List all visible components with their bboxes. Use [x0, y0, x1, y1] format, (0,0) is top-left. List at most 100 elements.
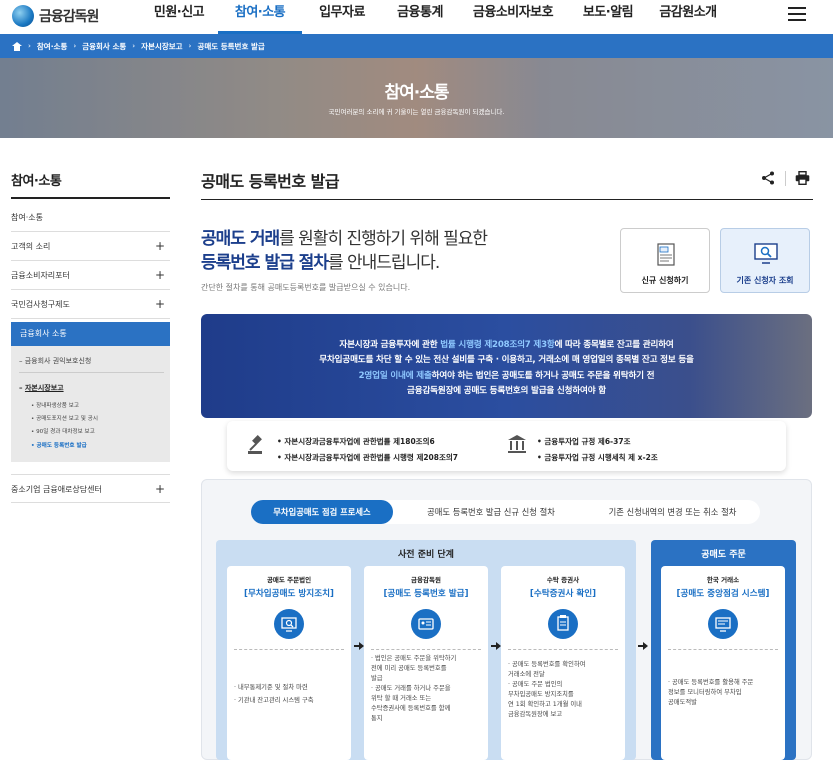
- sidebar-item-participation[interactable]: 참여·소통: [11, 203, 170, 232]
- card-step-name: [공매도 중앙점검 시스템]: [676, 589, 770, 599]
- submenu-item-lending-report[interactable]: • 90일 경과 대차정보 보고: [31, 427, 95, 435]
- divider: [785, 171, 786, 186]
- nav-item-about[interactable]: 금감원소개: [648, 0, 728, 34]
- card-institution: 금융감독원: [411, 576, 441, 584]
- existing-applicant-search-button[interactable]: 기존 신청자 조회: [720, 228, 810, 293]
- logo[interactable]: 금융감독원: [12, 5, 99, 27]
- submenu-label: 90일 경과 대차정보 보고: [36, 429, 95, 435]
- share-icon[interactable]: [761, 171, 775, 185]
- submenu-label: 금융회사 권익보호신청: [24, 357, 92, 365]
- breadcrumb: › 참여·소통 › 금융회사 소통 › 자본시장보고 › 공매도 등록번호 발급: [0, 34, 833, 58]
- submenu-item-short-sale-number[interactable]: • 공매도 등록번호 발급: [31, 441, 87, 449]
- site-header: 금융감독원 민원·신고 참여·소통 입무자료 금융통계 금융소비자보호 보도·알…: [0, 0, 833, 34]
- arrow-right-icon: [638, 642, 648, 650]
- intro-line-2: 등록번호 발급 절차를 안내드립니다.: [201, 253, 440, 273]
- monitor-search-icon: [754, 243, 778, 264]
- card-text: · 공매도 등록번호를 활용해 주문 정보를 모니터링하여 무차입 공매도적발: [668, 679, 754, 706]
- divider: [201, 199, 813, 200]
- preparation-stage-title: 사전 준비 단계: [398, 550, 454, 560]
- logo-text: 금융감독원: [39, 9, 99, 25]
- arrow-right-icon: [354, 642, 364, 650]
- law-item: • 금융투자업 규정 제6-37조: [537, 437, 631, 446]
- sidebar-item-label: 국민검사청구제도: [11, 300, 70, 309]
- divider: [11, 197, 170, 199]
- sidebar-item-inspection-request[interactable]: 국민검사청구제도 +: [11, 290, 170, 319]
- plus-icon[interactable]: +: [155, 261, 165, 290]
- chevron-right-icon: ›: [132, 42, 136, 50]
- building-icon: [508, 435, 526, 453]
- hero-banner: 참여·소통 국민여러분의 소리에 귀 기울이는 열린 금융감독원이 되겠습니다.: [0, 58, 833, 138]
- button-label: 신규 신청하기: [641, 276, 689, 285]
- new-application-button[interactable]: 신규 신청하기: [620, 228, 710, 293]
- order-stage-title: 공매도 주문: [701, 550, 746, 560]
- submenu-item-capital-market[interactable]: – 자본시장보고: [19, 383, 64, 393]
- sidebar-item-financial-communication[interactable]: 금융회사 소통: [11, 322, 170, 346]
- process-tabs: 무차입공매도 점검 프로세스 공매도 등록번호 발급 신규 신청 절차 기존 신…: [251, 500, 760, 524]
- card-text: · 법인은 공매도 주문을 위탁하기 전에 미리 공매도 등록번호를 발급 · …: [371, 655, 457, 722]
- nav-item-press[interactable]: 보도·알림: [568, 0, 648, 34]
- document-check-icon: [548, 609, 578, 639]
- divider: [234, 649, 344, 650]
- plus-icon[interactable]: +: [155, 475, 165, 504]
- sidebar-title: 참여·소통: [11, 174, 62, 189]
- logo-icon: [12, 5, 34, 27]
- plus-icon[interactable]: +: [155, 232, 165, 261]
- nav-item-consumer-protection[interactable]: 금융소비자보호: [458, 0, 568, 34]
- divider: [19, 372, 164, 373]
- nav-item-statistics[interactable]: 금융통계: [382, 0, 458, 34]
- process-card-exchange: 한국 거래소 [공매도 중앙점검 시스템] · 공매도 등록번호를 활용해 주문…: [661, 566, 785, 760]
- sidebar-item-customer-voice[interactable]: 고객의 소리 +: [11, 232, 170, 261]
- monitor-icon: [708, 609, 738, 639]
- button-label: 기존 신청자 조회: [736, 276, 794, 285]
- main-nav: 민원·신고 참여·소통 입무자료 금융통계 금융소비자보호 보도·알림 금감원소…: [140, 0, 728, 34]
- divider: [371, 649, 481, 650]
- info-text: 2영업일 이내에 제출하여야 하는 법인은 공매도를 하거나 공매도 주문을 위…: [358, 371, 655, 381]
- info-text: 자본시장과 금융투자에 관한 법률 시행령 제208조의7 제3항에 따라 종목…: [339, 340, 674, 350]
- chevron-right-icon: ›: [28, 42, 31, 50]
- sidebar-item-label: 중소기업 금융애로상담센터: [11, 485, 102, 494]
- breadcrumb-item[interactable]: 자본시장보고: [141, 41, 182, 52]
- breadcrumb-item[interactable]: 금융회사 소통: [82, 41, 126, 52]
- sidebar-item-sme-center[interactable]: 중소기업 금융애로상담센터 +: [11, 474, 170, 503]
- sidebar-item-label: 금융소비자리포터: [11, 271, 70, 280]
- tab-change-cancel-procedure[interactable]: 기존 신청내역의 변경 또는 취소 절차: [585, 500, 760, 524]
- process-card-registration: 금융감독원 [공매도 등록번호 발급] · 법인은 공매도 주문을 위탁하기 전…: [364, 566, 488, 760]
- submenu-label: 장내파생상품 보고: [36, 403, 80, 409]
- info-text: 금융감독원장에 공매도 등록번호의 발급을 신청하여야 함: [407, 386, 606, 396]
- submenu-label: 공매도 등록번호 발급: [36, 443, 87, 449]
- info-text: 무차입공매도를 차단 할 수 있는 전산 설비를 구축 · 이용하고, 거래소에…: [319, 355, 694, 365]
- nav-item-participation[interactable]: 참여·소통: [218, 0, 302, 34]
- banner-title: 참여·소통: [384, 83, 449, 103]
- law-reference-box: • 자본시장과금융투자업에 관한법률 제180조의6 • 자본시장과금융투자업에…: [227, 421, 786, 471]
- id-card-icon: [411, 609, 441, 639]
- tab-new-application-procedure[interactable]: 공매도 등록번호 발급 신규 신청 절차: [401, 500, 581, 524]
- submenu-item-rights-protection[interactable]: – 금융회사 권익보호신청: [19, 356, 91, 366]
- intro-subtext: 간단한 절차를 통해 공매도등록번호를 발급받으실 수 있습니다.: [201, 283, 411, 292]
- card-step-name: [무차입공매도 방지조치]: [244, 589, 334, 599]
- legal-info-banner: 자본시장과 금융투자에 관한 법률 시행령 제208조의7 제3항에 따라 종목…: [201, 314, 812, 418]
- home-icon[interactable]: [12, 41, 22, 51]
- sidebar-item-label: 고객의 소리: [11, 242, 51, 251]
- gavel-icon: [248, 435, 262, 454]
- menu-icon[interactable]: [788, 7, 806, 21]
- sidebar-item-reporter[interactable]: 금융소비자리포터 +: [11, 261, 170, 290]
- law-item: • 자본시장과금융투자업에 관한법률 시행령 제208조의7: [277, 453, 459, 462]
- card-institution: 수탁 증권사: [546, 576, 580, 584]
- submenu-item-derivatives-report[interactable]: • 장내파생상품 보고: [31, 401, 79, 409]
- process-card-prevention: 공매도 주문법인 [무차입공매도 방지조치] · 내부통제기준 및 절차 마련 …: [227, 566, 351, 760]
- card-text: · 내부통제기준 및 절차 마련 · 기관내 잔고관리 시스템 구축: [234, 684, 314, 704]
- card-step-name: [수탁증권사 확인]: [529, 589, 597, 599]
- card-institution: 한국 거래소: [706, 576, 740, 584]
- nav-item-business-data[interactable]: 입무자료: [302, 0, 382, 34]
- page-title: 공매도 등록번호 발급: [201, 172, 340, 191]
- print-icon[interactable]: [795, 171, 810, 185]
- submenu-label: 공매도포지션 보고 및 공시: [36, 416, 99, 422]
- divider: [668, 649, 778, 650]
- tab-no-naked-short-process[interactable]: 무차입공매도 점검 프로세스: [251, 500, 393, 524]
- plus-icon[interactable]: +: [155, 290, 165, 319]
- breadcrumb-item[interactable]: 공매도 등록번호 발급: [197, 41, 264, 52]
- nav-item-complaint[interactable]: 민원·신고: [140, 0, 218, 34]
- submenu-item-short-position-report[interactable]: • 공매도포지션 보고 및 공시: [31, 414, 98, 422]
- breadcrumb-item[interactable]: 참여·소통: [37, 41, 67, 52]
- document-new-icon: [657, 243, 675, 266]
